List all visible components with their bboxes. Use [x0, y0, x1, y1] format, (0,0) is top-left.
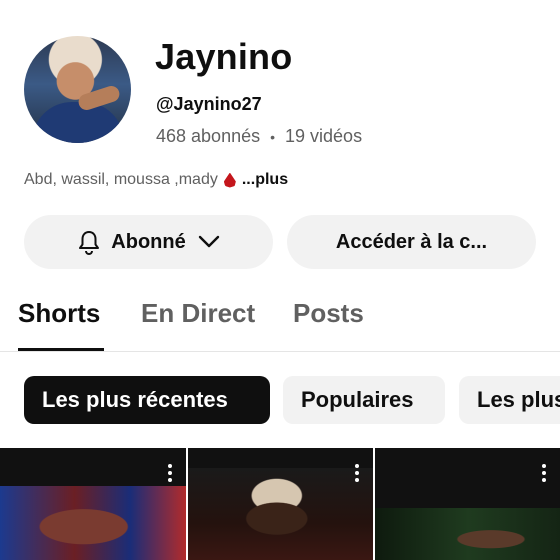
description-text: Abd, wassil, moussa ,mady — [24, 171, 218, 188]
filter-chip-oldest[interactable]: Les plus — [459, 376, 560, 424]
subscriber-count: 468 abonnés — [156, 126, 261, 146]
thumbnail-image — [375, 508, 560, 560]
tab-live[interactable]: En Direct — [141, 298, 255, 329]
short-thumbnail[interactable] — [188, 448, 373, 560]
thumbnail-image — [0, 486, 186, 560]
channel-stats: 468 abonnés • 19 vidéos — [156, 126, 362, 147]
subscribed-button[interactable]: Abonné — [24, 215, 273, 269]
tab-shorts[interactable]: Shorts — [18, 298, 100, 329]
more-vert-icon[interactable] — [355, 464, 359, 485]
channel-avatar[interactable] — [24, 36, 131, 143]
video-count: 19 vidéos — [285, 126, 363, 146]
short-thumbnail[interactable] — [0, 448, 186, 560]
more-link[interactable]: ...plus — [242, 171, 288, 189]
chevron-down-icon — [198, 235, 220, 249]
drop-emoji-icon — [223, 172, 236, 188]
channel-handle: @Jaynino27 — [156, 94, 262, 114]
tabs-divider — [0, 351, 560, 352]
bell-icon — [77, 230, 100, 255]
more-vert-icon[interactable] — [542, 464, 546, 485]
more-vert-icon[interactable] — [168, 464, 172, 485]
channel-description[interactable]: Abd, wassil, moussa ,mady ...plus — [24, 171, 288, 189]
stats-separator: • — [270, 128, 276, 145]
access-button[interactable]: Accéder à la c... — [287, 215, 536, 269]
channel-tabs: Shorts En Direct Posts — [0, 298, 560, 350]
filter-chip-recent[interactable]: Les plus récentes — [24, 376, 270, 424]
thumbnail-image — [188, 468, 373, 560]
channel-name: Jaynino — [155, 36, 293, 77]
subscribed-label: Abonné — [111, 230, 186, 253]
filter-chip-popular[interactable]: Populaires — [283, 376, 445, 424]
tab-posts[interactable]: Posts — [293, 298, 364, 329]
short-thumbnail[interactable] — [375, 448, 560, 560]
